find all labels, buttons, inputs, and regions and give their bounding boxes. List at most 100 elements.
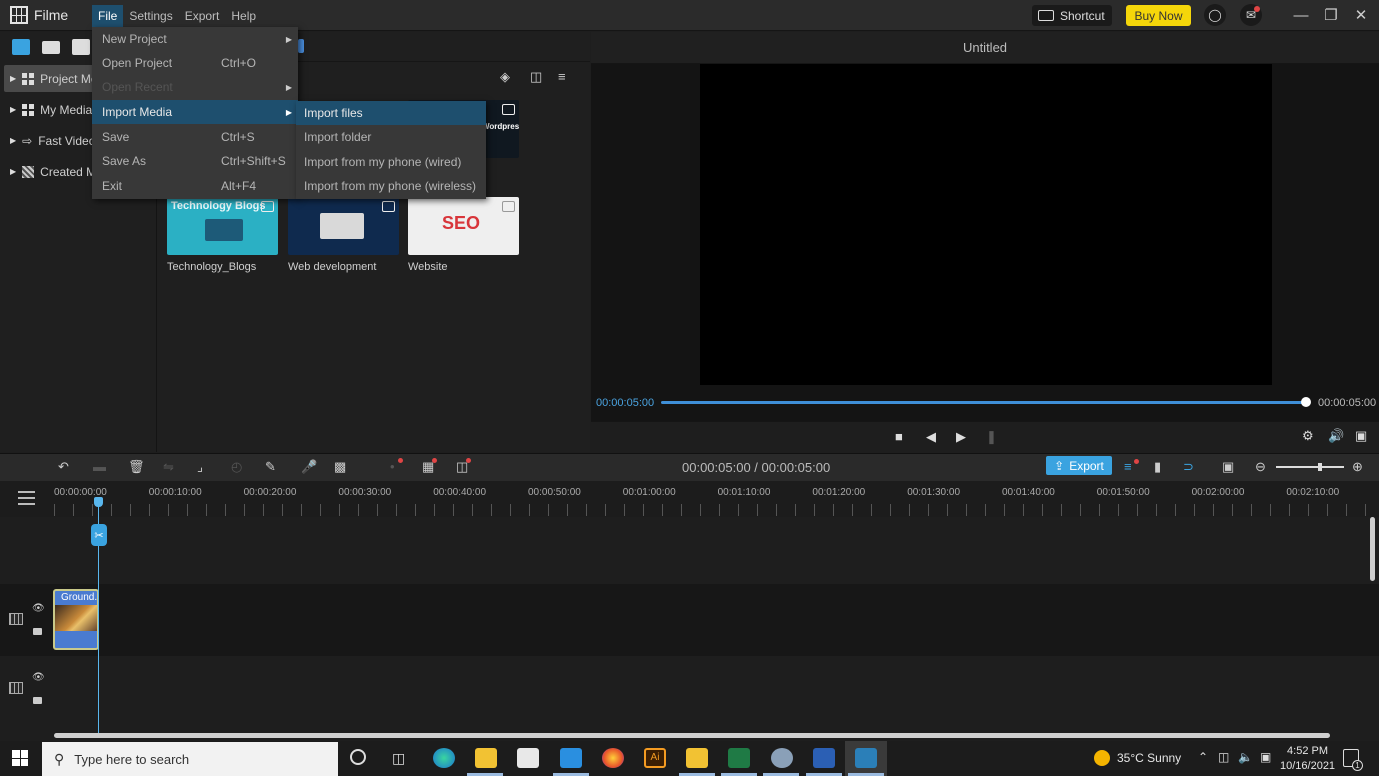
microphone-icon[interactable]: 🎤 (301, 459, 317, 475)
edge-browser-icon[interactable] (433, 748, 455, 768)
fit-timeline-icon[interactable]: ▣ (1222, 459, 1234, 475)
sticky-folder-icon[interactable] (686, 748, 708, 768)
word-icon[interactable] (813, 748, 835, 768)
media-thumb-web-development[interactable] (288, 197, 399, 255)
timeline-zoom-slider[interactable] (1276, 466, 1344, 468)
taskbar-search-input[interactable]: ⚲ Type here to search (42, 742, 338, 776)
menu-item-open-project[interactable]: Open Project Ctrl+O (92, 51, 298, 75)
effect-icon[interactable]: • (390, 458, 403, 474)
image-type-icon (261, 201, 274, 212)
zoom-in-icon[interactable]: ⊕ (1352, 459, 1363, 475)
weather-widget[interactable]: 35°C Sunny (1094, 750, 1181, 766)
file-explorer-icon[interactable] (475, 748, 497, 768)
fullscreen-icon[interactable]: ▣ (1355, 428, 1367, 444)
menu-item-import-phone-wired[interactable]: Import from my phone (wired) (296, 150, 486, 174)
excel-icon[interactable] (728, 748, 750, 768)
shortcut-button[interactable]: Shortcut (1032, 5, 1112, 26)
visibility-eye-icon[interactable]: 👁 (32, 603, 45, 614)
minimize-button[interactable]: — (1288, 4, 1314, 26)
close-button[interactable]: ✕ (1348, 4, 1374, 26)
volume-icon[interactable]: 🔊 (1328, 428, 1344, 444)
windows-start-icon[interactable] (12, 750, 28, 766)
menu-item-exit[interactable]: Exit Alt+F4 (92, 174, 298, 198)
cortana-icon[interactable] (350, 749, 366, 765)
track-manager-icon[interactable]: ≡ (1124, 459, 1139, 474)
menu-item-open-recent[interactable]: Open Recent ▶ (92, 75, 298, 99)
delete-icon[interactable]: 🗑 (128, 459, 145, 475)
firefox-icon[interactable] (602, 748, 624, 768)
next-frame-icon[interactable]: ❚ (986, 429, 997, 445)
lock-icon[interactable] (33, 697, 42, 704)
undo-icon[interactable]: ↶ (58, 459, 69, 475)
menu-icon[interactable] (18, 491, 35, 509)
crop-icon[interactable]: ⌟ (197, 459, 203, 475)
settings-icon[interactable]: ⚙ (1302, 428, 1314, 444)
edit-icon[interactable]: ✎ (265, 459, 276, 475)
mail-app-icon[interactable] (560, 748, 582, 768)
folder-tab-icon[interactable] (42, 40, 60, 54)
view-mode-icon[interactable]: ◫ (530, 69, 542, 85)
buy-now-button[interactable]: Buy Now (1126, 5, 1191, 26)
menu-file[interactable]: File (92, 5, 124, 27)
show-hidden-icons-chevron[interactable]: ⌃ (1198, 750, 1208, 764)
notification-center-icon[interactable]: 1 (1343, 749, 1363, 771)
text-tab-icon[interactable] (72, 39, 90, 55)
media-tab-icon[interactable] (12, 39, 30, 55)
media-thumb-technology-blogs[interactable]: Technology Blogs (167, 197, 278, 255)
menu-item-import-phone-wireless[interactable]: Import from my phone (wireless) (296, 174, 486, 198)
menu-help[interactable]: Help (225, 5, 262, 27)
freeze-frame-icon[interactable]: ◫ (456, 458, 471, 475)
ruler-tick-label: 00:00:40:00 (433, 487, 487, 498)
export-button[interactable]: ⇪ Export (1046, 456, 1112, 475)
menu-item-new-project[interactable]: New Project ▶ (92, 27, 298, 51)
previous-frame-icon[interactable]: ◀ (926, 429, 936, 445)
zoom-out-icon[interactable]: ⊖ (1255, 459, 1266, 475)
menu-export[interactable]: Export (179, 5, 226, 27)
task-view-icon[interactable]: ◫ (392, 750, 405, 767)
illustrator-icon[interactable]: Ai (644, 748, 666, 768)
seek-handle[interactable] (1301, 397, 1311, 407)
video-track-1[interactable] (0, 584, 1379, 656)
media-thumb-website[interactable]: SEO (408, 197, 519, 255)
seek-bar[interactable] (661, 401, 1306, 404)
new-badge (1134, 459, 1139, 464)
menu-item-import-folder[interactable]: Import folder (296, 125, 486, 149)
user-account-icon[interactable]: ◯ (1204, 4, 1226, 26)
redo-icon[interactable]: ▬ (93, 459, 106, 474)
meet-now-icon[interactable]: ◫ (1218, 750, 1229, 764)
record-camera-icon[interactable]: ▩ (334, 459, 346, 475)
restore-button[interactable]: ❐ (1318, 4, 1344, 26)
network-icon[interactable]: ▣ (1260, 750, 1271, 764)
system-clock[interactable]: 4:52 PM 10/16/2021 (1280, 744, 1335, 774)
split-icon[interactable]: ⇋ (163, 459, 174, 475)
menu-item-save-as[interactable]: Save As Ctrl+Shift+S (92, 149, 298, 173)
layers-icon[interactable]: ◈ (500, 69, 510, 85)
zoom-slider-handle[interactable] (1318, 463, 1323, 471)
sort-icon[interactable]: ≡ (558, 69, 566, 84)
submenu-arrow-icon: ▶ (285, 34, 292, 44)
mosaic-icon[interactable]: ▦ (422, 458, 437, 475)
shortcut-label: Shortcut (1060, 8, 1105, 23)
lock-icon[interactable] (33, 628, 42, 635)
stop-icon[interactable]: ■ (895, 429, 903, 444)
marker-icon[interactable]: ▮ (1154, 459, 1161, 475)
menu-item-import-files[interactable]: Import files (296, 101, 486, 125)
speed-icon[interactable]: ◴ (231, 459, 242, 475)
menu-item-save[interactable]: Save Ctrl+S (92, 125, 298, 149)
playhead-handle[interactable] (94, 497, 103, 507)
play-icon[interactable]: ▶ (956, 429, 966, 445)
filme-taskbar-icon[interactable] (855, 748, 877, 768)
snap-magnet-icon[interactable]: ⊃ (1183, 459, 1194, 475)
microsoft-store-icon[interactable] (517, 748, 539, 768)
timeline-clip[interactable]: Ground... (53, 589, 99, 650)
export-label: Export (1069, 458, 1104, 473)
mail-icon[interactable]: ✉ (1240, 4, 1262, 26)
scissors-split-icon[interactable]: ✂ (91, 524, 107, 546)
visibility-eye-icon[interactable]: 👁 (32, 672, 45, 683)
volume-tray-icon[interactable]: 🔈 (1238, 750, 1253, 764)
paint-icon[interactable] (771, 748, 793, 768)
menu-settings[interactable]: Settings (123, 5, 178, 27)
horizontal-scrollbar[interactable] (54, 733, 1330, 738)
menu-item-import-media[interactable]: Import Media ▶ (92, 100, 298, 124)
vertical-scrollbar[interactable] (1370, 517, 1375, 581)
